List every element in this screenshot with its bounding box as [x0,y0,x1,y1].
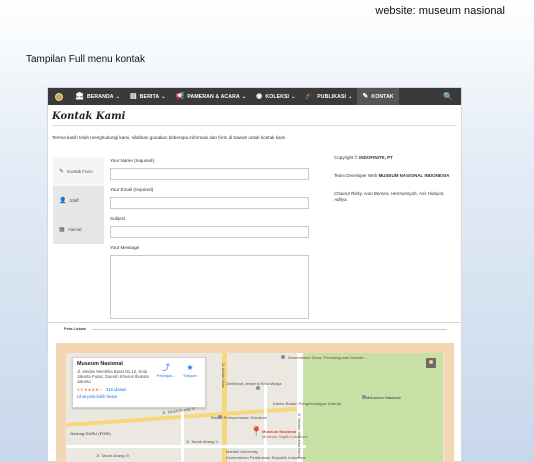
copyright-prefix: Copyright © [334,155,360,160]
map-section-divider [92,329,447,330]
nav-item-koleksi[interactable]: ◉ KOLEKSI ⌄ [251,88,300,105]
road-lower [66,445,306,448]
nav-item-berita[interactable]: ▤ BERITA ⌄ [125,88,171,105]
map-label-mandiri-university: Mandiri University [226,449,258,454]
map-frame: Museum Nasional Jl. Medan Merdeka Barat … [56,343,454,462]
message-label: Your Message [110,245,140,250]
pencil-icon: ✎ [59,169,65,175]
intro-text: Terima kasih telah menghubungi kami, sil… [52,135,286,140]
nav-item-kontak[interactable]: ✎ KONTAK [357,88,399,105]
tab-kontak-form[interactable]: ✎ Kontak Form [53,157,104,186]
main-navbar: 🏛 BERANDA ⌄ ▤ BERITA ⌄ 📢 PAMERAN & ACARA… [48,88,461,105]
museum-icon: 🏛 [75,93,84,100]
rating-value: 4,4 [77,387,83,393]
nav-item-label: KONTAK [371,93,394,100]
nav-item-label: BERANDA [87,93,114,100]
slide-caption: Tampilan Full menu kontak [26,54,145,65]
place-rating: 4,4 ★★★★☆ 316 ulasan [77,387,201,392]
search-icon: 🔍 [443,92,453,101]
save-button[interactable]: ★ Simpan [179,363,201,379]
tab-label: Staff [69,198,79,203]
directions-icon: ⤴ [162,363,170,372]
star-icon: ★★★★☆ [84,387,103,393]
caret-down-icon: ⌄ [241,93,247,100]
edit-icon: ✎ [362,93,369,100]
map-fullscreen-icon[interactable] [426,358,436,368]
megaphone-icon: 📢 [175,93,185,100]
name-input[interactable] [110,168,309,180]
place-card[interactable]: Museum Nasional Jl. Medan Merdeka Barat … [72,357,206,408]
search-button[interactable]: 🔍 [435,88,461,105]
save-label: Simpan [183,373,197,378]
message-textarea[interactable] [110,255,309,319]
larger-map-link[interactable]: Lihat peta lebih besar [77,394,201,399]
caret-down-icon: ⌄ [291,93,296,100]
map-label-jl-tanah-abang-4: Jl. Tanah Abang IV [96,453,130,458]
nav-item-label: PUBLIKASI [317,93,347,100]
website-screenshot: 🏛 BERANDA ⌄ ▤ BERITA ⌄ 📢 PAMERAN & ACARA… [47,87,462,327]
contact-form: Your Name (required) Your Email (require… [110,158,309,319]
circle-icon: ◉ [256,93,263,100]
map-label-kementerian-desa: Kementerian Desa, Pembangunan Daerah... [288,355,367,360]
website-label: website: museum nasional [375,5,505,17]
side-info: Copyright © INDOFINITE, PT Team Develope… [334,155,454,214]
location-map[interactable]: Museum Nasional Jl. Medan Merdeka Barat … [66,353,444,462]
team-prefix: Team Developer Web [334,172,379,178]
subject-label: Subject [110,216,126,221]
graduation-cap-icon: 🎓 [305,93,315,100]
developer-names: Chaerul Rizky, Ivan Borneo, Hermansyah, … [334,190,445,202]
newspaper-icon: ▤ [129,93,137,100]
nav-item-label: PAMERAN & ACARA [187,93,240,100]
caret-down-icon: ⌄ [161,93,166,100]
place-address: Jl. Medan Merdeka Barat No.12, Kota Jaka… [77,369,149,385]
directions-label: Petunjuk... [156,373,176,378]
tab-label: Alamat [67,227,82,232]
nav-item-label: BERITA [139,93,160,100]
map-label-jl-medan-merdeka: Jl. Medan Merdeka Barat [297,413,302,458]
map-pin-icon[interactable]: 📍 [250,428,262,438]
tab-alamat[interactable]: ▦ Alamat [53,215,104,244]
road-side-2 [264,383,267,462]
copyright-company: INDOFINITE, PT [359,155,393,160]
tab-label: Kontak Form [67,169,93,174]
nav-item-label: KOLEKSI [265,93,290,100]
nav-item-pameran-acara[interactable]: 📢 PAMERAN & ACARA ⌄ [170,88,251,105]
map-label-monumen-nasional: Monumen Nasional [366,395,401,400]
user-icon: 👤 [59,198,67,204]
reviews-link[interactable]: 316 ulasan [106,387,127,392]
star-icon: ★ [186,363,194,372]
caret-down-icon: ⌄ [348,93,353,100]
subject-input[interactable] [110,226,309,238]
contact-area: ✎ Kontak Form 👤 Staff ▦ Alamat Your Name… [52,155,457,323]
copyright-text: Copyright © INDOFINITE, PT [334,155,454,161]
tab-staff[interactable]: 👤 Staff [53,186,104,215]
poi-icon [256,386,260,390]
poi-icon [218,415,222,419]
caret-down-icon: ⌄ [115,93,120,100]
map-section-label: Peta Lokasi [64,326,87,331]
title-divider [52,125,457,126]
team-text: Team Developer Web MUSEUM NASIONAL INDON… [334,173,454,179]
poi-icon [362,395,366,399]
map-label-kementerian-pertahanan: Kementerian Pertahanan Republik Indonesi… [226,455,306,460]
museum-logo[interactable] [48,88,70,105]
poi-icon [281,355,285,359]
building-icon: ▦ [59,227,65,233]
name-label: Your Name (required) [110,158,155,163]
email-label: Your Email (required) [110,187,154,192]
map-label-gedung-guru: Gedung GURU (PGRI) [70,431,111,436]
nav-item-publikasi[interactable]: 🎓 PUBLIKASI ⌄ [300,88,357,105]
map-label-jl-tanah-abang-2: Jl. Tanah Abang II [186,439,218,444]
email-input[interactable] [110,197,309,209]
team-name: MUSEUM NASIONAL INDONESIA [378,172,450,178]
directions-button[interactable]: ⤴ Petunjuk... [155,363,177,379]
map-label-kantor-bpbd: Kantor Badan Pengembangan Daerah [273,401,342,406]
page-title: Kontak Kami [52,111,126,122]
map-label-jl-abdul-muis: Jl. Abdul Muis [221,363,226,388]
monas-park [303,353,443,462]
map-label-dirjen-bina-marga: Direktorat Jenderal Bina Marga [226,381,282,386]
contact-tabs: ✎ Kontak Form 👤 Staff ▦ Alamat [53,157,104,244]
nav-item-beranda[interactable]: 🏛 BERANDA ⌄ [70,88,125,105]
